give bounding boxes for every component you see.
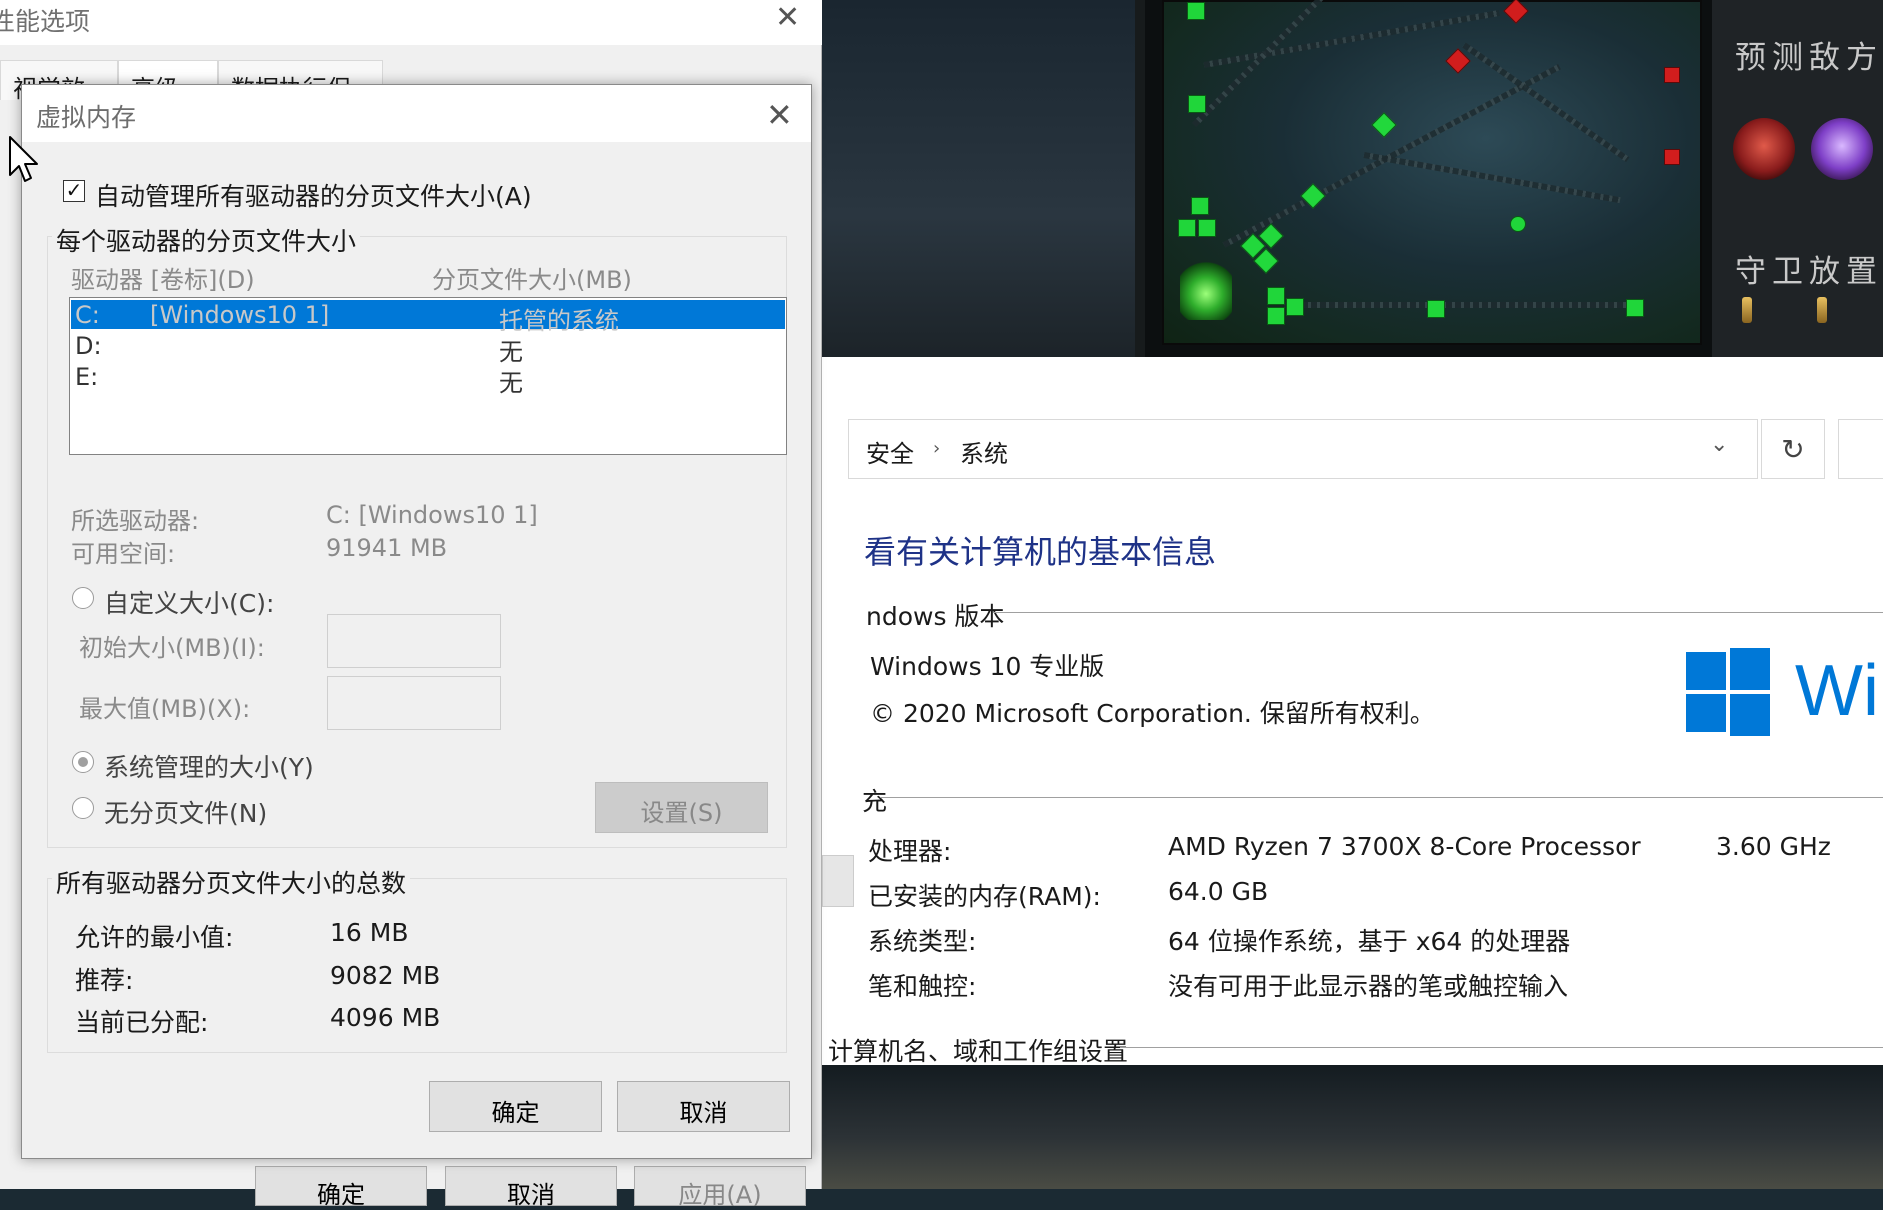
system-type-label: 系统类型: [868, 927, 977, 956]
title-bar [22, 85, 811, 142]
no-paging-file-label[interactable]: 无分页文件(N) [104, 794, 267, 830]
ancient-icon [1180, 262, 1232, 320]
system-managed-radio[interactable] [72, 751, 94, 773]
page-heading: 看有关计算机的基本信息 [864, 533, 1217, 571]
mouse-cursor-icon [9, 136, 38, 182]
computer-name-section-label: 计算机名、域和工作组设置 [828, 1037, 1129, 1066]
windows-edition: Windows 10 专业版 [870, 652, 1105, 681]
pen-touch-label: 笔和触控: [868, 972, 977, 1001]
custom-size-label[interactable]: 自定义大小(C): [104, 584, 274, 620]
breadcrumb-system[interactable]: 系统 [960, 434, 1008, 469]
windows-edition-section-label: ndows 版本 [866, 602, 1005, 631]
free-space-label: 可用空间: [71, 540, 176, 568]
refresh-icon: ↻ [1781, 432, 1805, 466]
windows-logo-text: Wi [1795, 651, 1879, 731]
selected-drive-value: C: [Windows10 1] [326, 501, 538, 529]
list-item[interactable]: D: 无 [71, 331, 785, 366]
ok-button[interactable]: 确定 [429, 1081, 602, 1132]
processor-value: AMD Ryzen 7 3700X 8-Core Processor [1168, 832, 1641, 861]
divider [1120, 1047, 1883, 1048]
processor-label: 处理器: [868, 837, 952, 866]
initial-size-label: 初始大小(MB)(I): [79, 634, 265, 662]
free-space-value: 91941 MB [326, 534, 448, 562]
auto-manage-label[interactable]: 自动管理所有驱动器的分页文件大小(A) [95, 177, 532, 213]
per-drive-group-label: 每个驱动器的分页文件大小 [52, 222, 361, 258]
system-managed-label[interactable]: 系统管理的大小(Y) [104, 748, 314, 784]
ok-button[interactable]: 确定 [255, 1166, 427, 1209]
min-allowed-label: 允许的最小值: [75, 923, 234, 952]
chevron-down-icon[interactable]: ⌄ [1710, 432, 1728, 457]
ward-icon[interactable] [1817, 297, 1827, 323]
cancel-button[interactable]: 取消 [445, 1166, 617, 1209]
scroll-strip [822, 855, 854, 907]
hero-portrait-icon[interactable] [1811, 118, 1873, 180]
pen-touch-value: 没有可用于此显示器的笔或触控输入 [1168, 972, 1569, 1001]
currently-allocated-label: 当前已分配: [75, 1008, 209, 1037]
set-button[interactable]: 设置(S) [595, 782, 768, 833]
predict-enemy-label: 预测敌方 [1735, 40, 1883, 76]
divider [880, 797, 1883, 798]
currently-allocated-value: 4096 MB [330, 1003, 441, 1032]
breadcrumb-separator-icon: › [933, 438, 941, 459]
copyright-text: © 2020 Microsoft Corporation. 保留所有权利。 [870, 699, 1435, 728]
dialog-title: 虚拟内存 [36, 103, 137, 132]
initial-size-input[interactable] [327, 614, 501, 668]
no-paging-file-radio[interactable] [72, 797, 94, 819]
recommended-value: 9082 MB [330, 961, 441, 990]
ram-value: 64.0 GB [1168, 877, 1269, 906]
auto-manage-checkbox[interactable]: ✓ [63, 180, 85, 202]
apply-button[interactable]: 应用(A) [634, 1166, 806, 1209]
divider [993, 612, 1883, 613]
column-header-drive: 驱动器 [卷标](D) [71, 266, 255, 294]
system-section-label: 充 [862, 787, 888, 816]
list-item[interactable]: C: [Windows10 1] 托管的系统 [71, 300, 785, 335]
processor-speed: 3.60 GHz [1716, 832, 1831, 861]
ward-placement-label: 守卫放置 [1735, 254, 1883, 290]
close-icon[interactable]: ✕ [775, 0, 800, 35]
windows-logo-icon [1686, 648, 1772, 736]
selected-drive-label: 所选驱动器: [71, 507, 200, 535]
system-type-value: 64 位操作系统，基于 x64 的处理器 [1168, 927, 1571, 956]
max-size-label: 最大值(MB)(X): [79, 695, 251, 723]
hero-portrait-icon[interactable] [1733, 118, 1795, 180]
game-background-bottom [820, 1060, 1883, 1189]
recommended-label: 推荐: [75, 966, 134, 995]
refresh-button[interactable]: ↻ [1761, 419, 1825, 479]
ram-label: 已安装的内存(RAM): [868, 882, 1101, 911]
close-icon[interactable]: ✕ [766, 96, 793, 134]
minimap[interactable] [1162, 0, 1702, 345]
drive-list[interactable]: C: [Windows10 1] 托管的系统 D: 无 E: 无 [69, 297, 787, 455]
custom-size-radio[interactable] [72, 587, 94, 609]
min-allowed-value: 16 MB [330, 918, 409, 947]
list-item[interactable]: E: 无 [71, 362, 785, 397]
search-box[interactable] [1838, 419, 1883, 479]
max-size-input[interactable] [327, 676, 501, 730]
breadcrumb-security[interactable]: 安全 [866, 434, 914, 469]
cancel-button[interactable]: 取消 [617, 1081, 790, 1132]
dialog-title: 性能选项 [0, 7, 91, 36]
ward-icon[interactable] [1742, 297, 1752, 323]
totals-group-label: 所有驱动器分页文件大小的总数 [52, 864, 411, 900]
title-bar [0, 0, 822, 45]
column-header-size: 分页文件大小(MB) [432, 266, 632, 294]
